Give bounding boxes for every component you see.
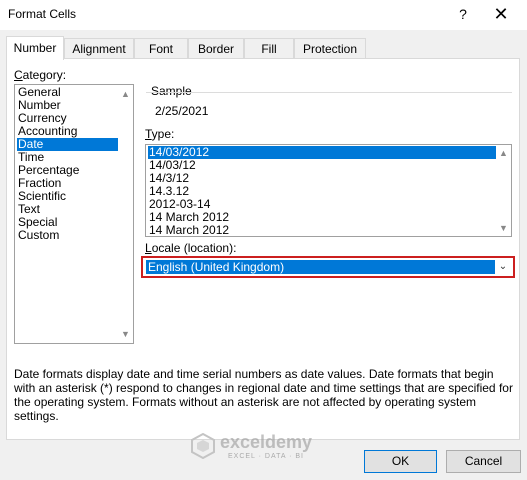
exceldemy-logo-icon xyxy=(191,433,215,459)
title-bar: Format Cells ? ✕ xyxy=(0,0,527,30)
list-item[interactable]: 14/03/12 xyxy=(148,159,496,172)
type-scrollbar[interactable]: ▲ ▼ xyxy=(496,145,511,236)
sample-value: 2/25/2021 xyxy=(155,104,209,118)
locale-label: Locale (location): xyxy=(145,241,237,255)
format-description: Date formats display date and time seria… xyxy=(14,367,513,423)
scroll-down-icon[interactable]: ▼ xyxy=(118,327,133,341)
tab-font[interactable]: Font xyxy=(134,38,188,58)
category-label: Category: xyxy=(14,68,67,82)
tab-number[interactable]: Number xyxy=(6,36,64,60)
category-scrollbar[interactable]: ▲ ▼ xyxy=(118,85,133,343)
chevron-down-icon[interactable]: ⌄ xyxy=(495,259,511,275)
category-list[interactable]: General Number Currency Accounting Date … xyxy=(14,84,134,344)
tab-fill[interactable]: Fill xyxy=(244,38,294,58)
type-label: Type: xyxy=(145,127,175,141)
list-item[interactable]: 14 March 2012 xyxy=(148,224,496,237)
type-list[interactable]: 14/03/2012 14/03/12 14/3/12 14.3.12 2012… xyxy=(145,144,512,237)
cancel-button[interactable]: Cancel xyxy=(446,450,521,473)
locale-dropdown[interactable]: English (United Kingdom) ⌄ xyxy=(141,256,515,278)
list-item[interactable]: Custom xyxy=(17,229,118,242)
scroll-down-icon[interactable]: ▼ xyxy=(496,221,511,235)
scroll-up-icon[interactable]: ▲ xyxy=(118,87,133,101)
tab-border[interactable]: Border xyxy=(188,38,244,58)
window-title: Format Cells xyxy=(8,7,77,21)
ok-button[interactable]: OK xyxy=(364,450,437,473)
scroll-up-icon[interactable]: ▲ xyxy=(496,146,511,160)
tab-alignment[interactable]: Alignment xyxy=(64,38,134,58)
close-button[interactable]: ✕ xyxy=(486,3,516,25)
tab-protection[interactable]: Protection xyxy=(294,38,366,58)
help-button[interactable]: ? xyxy=(451,3,475,25)
watermark-name: exceldemy xyxy=(220,432,313,452)
locale-value: English (United Kingdom) xyxy=(146,260,495,274)
list-item[interactable]: 14/3/12 xyxy=(148,172,496,185)
watermark-tagline: EXCEL · DATA · BI xyxy=(228,453,304,460)
list-item-selected[interactable]: 14/03/2012 xyxy=(148,146,496,159)
